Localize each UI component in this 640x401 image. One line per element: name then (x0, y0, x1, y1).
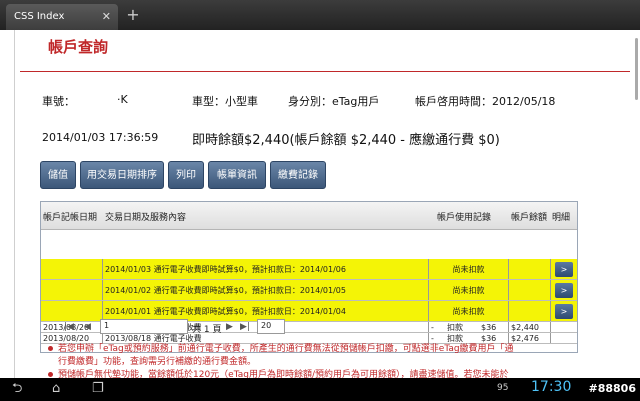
browser-tab-bar: CSS Index ✕ + (0, 0, 640, 30)
note-bullet (48, 372, 53, 377)
clock: 17:30 (531, 379, 572, 395)
note-text: 若您申辦「eTag或預約服務」前通行電子收費，所產生的通行費無法從預儲帳戶扣繳，… (58, 344, 514, 354)
watermark: #88806 (588, 382, 637, 395)
recents-icon[interactable]: ❐ (92, 380, 104, 398)
header-account-date[interactable]: 帳戶記帳日期 (43, 210, 97, 223)
payment-record-button[interactable]: 繳費記錄 (270, 161, 326, 189)
topup-button[interactable]: 儲值 (40, 161, 76, 189)
sort-by-date-button[interactable]: 用交易日期排序 (80, 161, 164, 189)
header-detail[interactable]: 明細 (552, 210, 570, 223)
row-desc: 2014/01/03 通行電子收費即時試算$0，預計扣款日：2014/01/06 (103, 259, 429, 279)
back-icon[interactable]: ⮌ (12, 380, 22, 398)
row-usage: 扣款 (447, 322, 463, 332)
table-row[interactable]: 2014/01/02 通行電子收費即時試算$0，預計扣款日：2014/01/05… (41, 280, 577, 301)
pager-first-icon[interactable]: |◀ (64, 322, 74, 332)
car-no-label: 車號： (42, 95, 75, 108)
row-balance (509, 301, 551, 321)
tab-close-icon[interactable]: ✕ (102, 10, 111, 23)
pager-prev-icon[interactable]: ◀ (84, 322, 91, 332)
row-usage-sign: - (431, 322, 434, 332)
account-open-time: 帳戶啓用時間：2012/05/18 (415, 95, 556, 108)
identity: 身分別：eTag用戶 (288, 95, 380, 108)
page-count: 共 1 頁 (192, 325, 222, 335)
header-usage[interactable]: 帳戶使用記錄 (437, 210, 491, 223)
car-no-value: ·K (117, 93, 128, 106)
note-text: 行費繳費」功能，查詢需另行補繳的通行費金額。 (58, 357, 257, 367)
header-balance[interactable]: 帳戶餘額 (511, 210, 547, 223)
row-balance (509, 280, 551, 300)
note-text: 預儲帳戶無代墊功能，當餘額低於120元（eTag用戶為即時餘額/預約用戶為可用餘… (58, 370, 509, 378)
page-scrollbar[interactable] (635, 38, 638, 100)
tab-title: CSS Index (14, 11, 65, 22)
row-detail-button[interactable]: > (555, 283, 573, 298)
table-row[interactable]: 2014/01/03 通行電子收費即時試算$0，預計扣款日：2014/01/06… (41, 259, 577, 280)
row-desc: 2014/01/01 通行電子收費即時試算$0，預計扣款日：2014/01/04 (103, 301, 429, 321)
row-balance (509, 259, 551, 279)
note-bullet (48, 346, 53, 351)
battery-level: 95 (497, 383, 509, 393)
balance-summary: 即時餘額$2,440(帳戶餘額 $2,440 - 應繳通行費 $0) (192, 133, 500, 148)
bill-info-button[interactable]: 帳單資訊 (208, 161, 266, 189)
new-tab-button[interactable]: + (124, 6, 142, 24)
row-date (41, 301, 103, 321)
page-title: 帳戶查詢 (48, 38, 109, 56)
page-left-border (14, 30, 15, 378)
table-header: 帳戶記帳日期 交易日期及服務內容 帳戶使用記錄 帳戶餘額 明細 (41, 202, 577, 230)
title-divider (20, 71, 630, 72)
row-detail-button[interactable]: > (555, 262, 573, 277)
pager-last-icon[interactable]: ▶| (240, 322, 250, 332)
row-balance: $2,440 (509, 322, 551, 332)
row-usage: 尚未扣款 (429, 301, 509, 321)
row-detail-button[interactable]: > (555, 304, 573, 319)
row-amount: $36 (479, 322, 509, 332)
row-balance: $2,476 (509, 333, 551, 343)
page-number-input[interactable]: 1 (100, 319, 188, 334)
query-timestamp: 2014/01/03 17:36:59 (42, 131, 159, 144)
web-page: 帳戶查詢 車號： ·K 車型：小型車 身分別：eTag用戶 帳戶啓用時間：201… (0, 30, 640, 378)
row-desc: 2014/01/02 通行電子收費即時試算$0，預計扣款日：2014/01/05 (103, 280, 429, 300)
print-button[interactable]: 列印 (168, 161, 204, 189)
row-date (41, 259, 103, 279)
tab-css-index[interactable]: CSS Index ✕ (6, 4, 118, 30)
row-usage: 尚未扣款 (429, 280, 509, 300)
row-date (41, 280, 103, 300)
row-usage: 尚未扣款 (429, 259, 509, 279)
pager-next-icon[interactable]: ▶ (226, 322, 233, 332)
header-transaction[interactable]: 交易日期及服務內容 (105, 210, 186, 223)
system-nav-bar: ⮌ ⌂ ❐ 95 17:30 #88806 (0, 378, 640, 401)
home-icon[interactable]: ⌂ (52, 380, 60, 398)
page-size-select[interactable]: 20 (257, 319, 285, 334)
car-type: 車型：小型車 (192, 95, 258, 108)
